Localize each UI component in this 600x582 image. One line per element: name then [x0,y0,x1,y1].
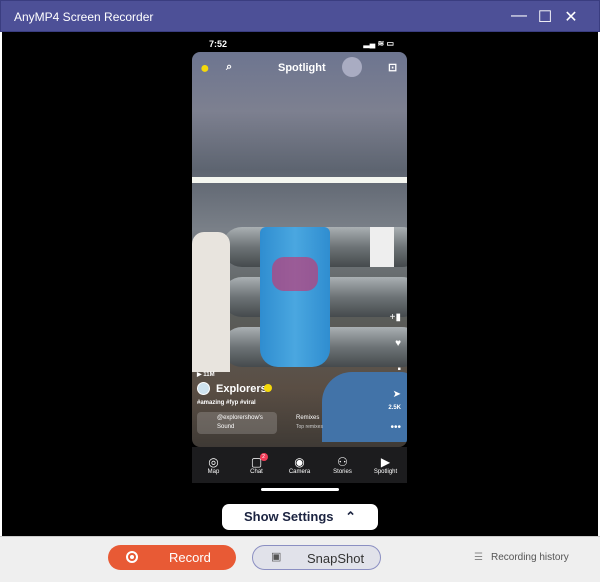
camera-icon: ◉ [294,454,305,469]
header-title: Spotlight [278,62,326,74]
nav-chat[interactable]: ▢ Chat 2 [239,452,275,475]
hashtags[interactable]: #amazing #fyp #viral [197,400,256,406]
close-button[interactable]: ✕ [561,7,581,27]
minimize-button[interactable]: — [509,7,529,25]
window-title: AnyMP4 Screen Recorder [14,10,154,24]
sound-chip[interactable]: @explorershow's Sound [197,412,277,434]
comment-icon[interactable]: ▪ [397,364,401,375]
chevron-up-icon: ⌃ [345,509,357,524]
map-pin-icon: ◎ [208,454,219,469]
status-bar: 7:52 ▂▄ ≋ ▭ [191,39,408,53]
nav-map[interactable]: ◎ Map [196,454,232,475]
list-icon: ☰ [474,552,483,563]
record-button[interactable]: Record [108,545,236,570]
recording-history-link[interactable]: ☰ Recording history [474,552,569,563]
chat-icon: ▢ [250,454,263,469]
heart-icon[interactable]: ♥ [395,338,401,349]
snapshot-button[interactable]: ▣ SnapShot [252,545,381,570]
save-icon[interactable]: +▮ [390,312,401,323]
view-count: ▶ 11M [197,372,215,378]
bitmoji-icon[interactable]: ● [200,60,210,78]
title-bar: AnyMP4 Screen Recorder — ☐ ✕ [0,0,600,32]
share-icon[interactable]: ➤ [393,389,401,400]
show-settings-button[interactable]: Show Settings ⌃ [222,504,378,530]
camera-icon: ▣ [271,551,282,563]
chat-badge: 2 [259,452,268,461]
home-indicator [261,488,339,491]
spotlight-icon: ▶ [380,454,391,469]
add-friend-icon[interactable]: ⊡ [388,61,397,74]
video-content[interactable]: ● ⌕ Spotlight ⊡ +▮ ♥ ▪ ➤ 2.5K ••• ▶ 11M … [192,52,407,447]
nav-spotlight[interactable]: ▶ Spotlight [368,454,404,475]
nav-camera[interactable]: ◉ Camera [282,454,318,475]
record-icon [126,551,138,563]
nav-stories[interactable]: ⚇ Stories [325,454,361,475]
capture-dot [342,57,362,77]
share-count: 2.5K [388,405,401,411]
maximize-button[interactable]: ☐ [535,7,555,27]
bottom-nav: ◎ Map ▢ Chat 2 ◉ Camera ⚇ Stories ▶ Spotlight [192,447,407,483]
remixes-chip[interactable]: Remixes Top remixes [280,412,340,434]
stories-icon: ⚇ [337,454,348,469]
preview-area: 7:52 ▂▄ ≋ ▭ ● ⌕ Spotlight ⊡ +▮ ♥ ▪ ➤ 2.5… [2,32,598,536]
phone-screen: 7:52 ▂▄ ≋ ▭ ● ⌕ Spotlight ⊡ +▮ ♥ ▪ ➤ 2.5… [191,36,408,498]
more-icon[interactable]: ••• [390,422,401,433]
verified-badge [264,384,272,392]
status-icons: ▂▄ ≋ ▭ [363,39,394,48]
search-icon[interactable]: ⌕ [226,61,232,74]
creator-avatar[interactable] [197,382,210,395]
creator-name[interactable]: Explorers [216,383,267,395]
control-bar: Record ▣ SnapShot ☰ Recording history [0,536,600,582]
status-time: 7:52 [209,39,228,49]
